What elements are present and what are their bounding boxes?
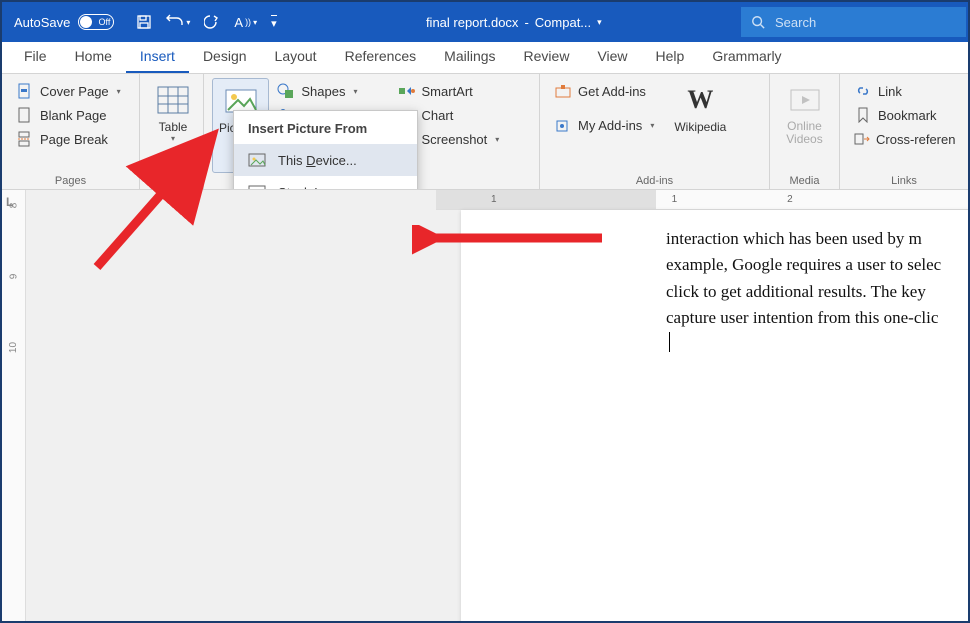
wikipedia-button[interactable]: W Wikipedia [668, 78, 732, 173]
group-media: Online Videos Media [770, 74, 840, 189]
customize-qat-icon[interactable]: ▾ [271, 15, 277, 30]
group-label-pages: Pages [10, 173, 131, 189]
autosave-label: AutoSave [14, 15, 70, 30]
link-button[interactable]: Link [848, 80, 960, 102]
addins-icon [554, 116, 572, 134]
group-tables: Table▾ Tables [140, 74, 204, 189]
page-break-icon [16, 130, 34, 148]
vertical-ruler: 8 9 10 [2, 190, 26, 621]
document-title: final report.docx - Compat... ▾ [287, 15, 741, 30]
tab-view[interactable]: View [583, 42, 641, 73]
tab-review[interactable]: Review [510, 42, 584, 73]
doc-line [666, 331, 968, 357]
search-icon [751, 15, 765, 29]
autosave-toggle[interactable]: Off [78, 14, 114, 30]
document-area[interactable]: 1 1 2 interaction which has been used by… [26, 190, 968, 621]
doc-line: interaction which has been used by m [666, 226, 968, 252]
menu-stock-images[interactable]: Stock Images... [234, 176, 417, 190]
doc-line: click to get additional results. The key [666, 279, 968, 305]
workspace: 8 9 10 1 1 2 interaction which has been … [2, 190, 968, 621]
tab-home[interactable]: Home [61, 42, 126, 73]
store-icon [554, 82, 572, 100]
tab-insert[interactable]: Insert [126, 42, 189, 73]
group-label-addins: Add-ins [548, 173, 761, 189]
my-addins-button[interactable]: My Add-ins▾ [548, 114, 660, 136]
save-icon[interactable] [136, 14, 152, 30]
chevron-down-icon[interactable]: ▾ [597, 17, 602, 28]
group-addins: Get Add-ins My Add-ins▾ W Wikipedia Add-… [540, 74, 770, 189]
blank-page-icon [16, 106, 34, 124]
shapes-button[interactable]: Shapes▾ [271, 80, 381, 102]
page[interactable]: interaction which has been used by m exa… [461, 210, 968, 621]
doc-line: capture user intention from this one-cli… [666, 305, 968, 331]
tab-layout[interactable]: Layout [261, 42, 331, 73]
quick-access-toolbar: ▾ A))▾ ▾ [126, 14, 286, 30]
blank-page-button[interactable]: Blank Page [10, 104, 131, 126]
page-break-button[interactable]: Page Break [10, 128, 131, 150]
table-button[interactable]: Table▾ [148, 78, 198, 147]
ribbon: Cover Page▾ Blank Page Page Break Pages … [2, 74, 968, 190]
wikipedia-icon: W [682, 82, 718, 118]
table-icon [155, 82, 191, 118]
ruler-corner-icon: L [6, 195, 13, 209]
get-addins-button[interactable]: Get Add-ins [548, 80, 660, 102]
redo-icon[interactable] [204, 14, 220, 30]
horizontal-ruler: 1 1 2 [436, 190, 968, 210]
cross-reference-button[interactable]: Cross-referen [848, 128, 960, 150]
tab-grammarly[interactable]: Grammarly [698, 42, 795, 73]
tab-file[interactable]: File [10, 42, 61, 73]
bookmark-icon [854, 106, 872, 124]
undo-icon[interactable]: ▾ [166, 14, 190, 30]
stock-images-icon [248, 183, 268, 190]
cover-page-icon [16, 82, 34, 100]
xref-icon [854, 130, 870, 148]
menu-this-device[interactable]: This Device... [234, 144, 417, 176]
tab-references[interactable]: References [331, 42, 431, 73]
ribbon-tabs: File Home Insert Design Layout Reference… [2, 42, 968, 74]
pictures-dropdown: Insert Picture From This Device... Stock… [233, 110, 418, 190]
doc-line: example, Google requires a user to selec [666, 252, 968, 278]
shapes-icon [277, 82, 295, 100]
cover-page-button[interactable]: Cover Page▾ [10, 80, 131, 102]
tab-mailings[interactable]: Mailings [430, 42, 509, 73]
online-videos-button[interactable]: Online Videos [778, 78, 831, 150]
tab-design[interactable]: Design [189, 42, 261, 73]
group-links: Link Bookmark Cross-referen Links [840, 74, 968, 189]
smartart-button[interactable]: SmartArt [392, 80, 506, 102]
read-aloud-icon[interactable]: A))▾ [234, 15, 257, 30]
link-icon [854, 82, 872, 100]
group-label-media: Media [778, 173, 831, 189]
text-cursor [669, 332, 670, 352]
device-icon [248, 151, 268, 169]
group-label-tables: Tables [148, 173, 195, 189]
dropdown-header: Insert Picture From [234, 111, 417, 144]
smartart-icon [398, 82, 416, 100]
search-input[interactable]: Search [741, 7, 966, 37]
tab-help[interactable]: Help [642, 42, 699, 73]
group-pages: Cover Page▾ Blank Page Page Break Pages [2, 74, 140, 189]
bookmark-button[interactable]: Bookmark [848, 104, 960, 126]
title-bar: AutoSave Off ▾ A))▾ ▾ final report.docx … [2, 2, 968, 42]
group-label-links: Links [848, 173, 960, 189]
autosave-control[interactable]: AutoSave Off [2, 14, 126, 30]
video-icon [787, 82, 823, 118]
